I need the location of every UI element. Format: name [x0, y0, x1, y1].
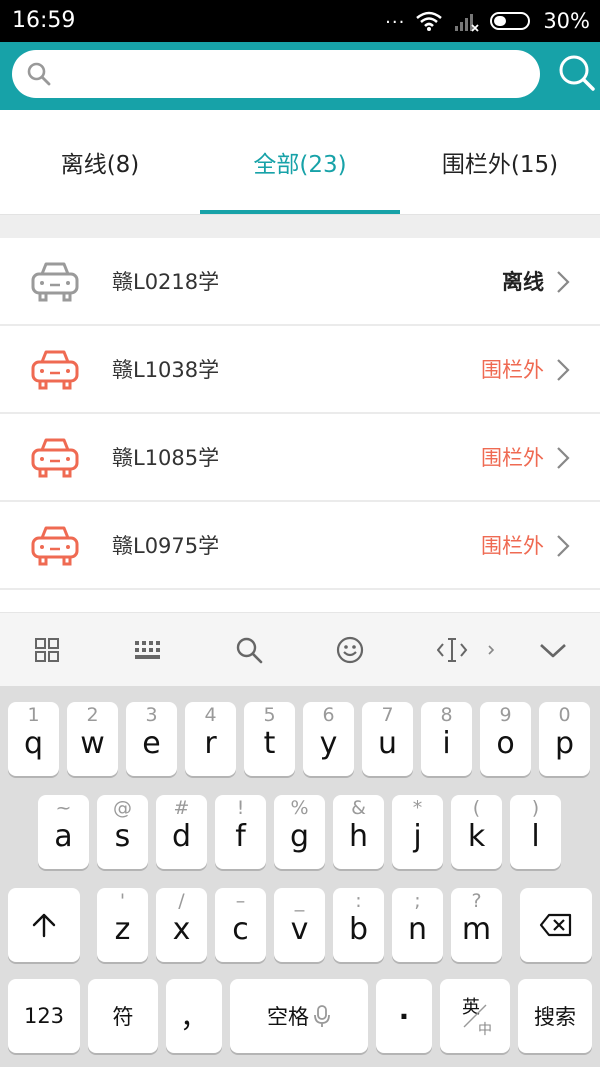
- apps-grid-icon[interactable]: [34, 635, 60, 665]
- backspace-icon: [539, 913, 572, 937]
- vehicle-status: 围栏外: [481, 534, 544, 558]
- chevron-right-icon: [557, 359, 570, 381]
- section-divider: [0, 214, 600, 238]
- emoji-icon[interactable]: [336, 635, 364, 665]
- notification-dots: ...: [385, 7, 406, 28]
- key-k[interactable]: (k: [451, 795, 502, 869]
- battery-icon: [490, 12, 531, 30]
- key-l[interactable]: ) l: [510, 795, 561, 869]
- tab-outside-fence[interactable]: 围栏外(15): [400, 110, 600, 214]
- keyboard-toolbar: [0, 612, 600, 686]
- list-item[interactable]: 赣L0975学 围栏外: [0, 502, 600, 590]
- key-g[interactable]: % g: [274, 795, 325, 869]
- key-d[interactable]: # d: [156, 795, 207, 869]
- signal-icon: [455, 14, 479, 32]
- comma-key[interactable]: ，: [166, 979, 222, 1053]
- key-p[interactable]: 0p: [539, 702, 590, 776]
- key-a[interactable]: ~ a: [38, 795, 89, 869]
- car-icon: [31, 438, 79, 478]
- key-e[interactable]: 3e: [126, 702, 177, 776]
- search-icon: [27, 62, 51, 86]
- key-w[interactable]: 2w: [67, 702, 118, 776]
- language-switch-key[interactable]: 英 中: [440, 979, 510, 1053]
- symbol-key[interactable]: 符: [88, 979, 158, 1053]
- chevron-right-icon: [557, 271, 570, 293]
- key-i[interactable]: 8i: [421, 702, 472, 776]
- list-item[interactable]: 赣L1085学 围栏外: [0, 414, 600, 502]
- key-y[interactable]: 6y: [303, 702, 354, 776]
- space-label: 空格: [267, 1005, 309, 1029]
- backspace-key[interactable]: [520, 888, 592, 962]
- search-input[interactable]: [62, 56, 522, 92]
- vehicle-plate: 赣L0975学: [112, 534, 220, 558]
- key-v[interactable]: _ v: [274, 888, 325, 962]
- keyboard-layout-icon[interactable]: [134, 635, 162, 665]
- status-time: 16:59: [12, 8, 76, 33]
- vehicle-status: 围栏外: [481, 358, 544, 382]
- soft-keyboard: 1q 2w 3e 4r 5t 6y 7u 8i 9o 0p ~ a @ s # d !…: [0, 686, 600, 1067]
- list-item[interactable]: 赣L1038学 围栏外: [0, 326, 600, 414]
- space-key[interactable]: 空格: [230, 979, 368, 1053]
- key-m[interactable]: ? m: [451, 888, 502, 962]
- key-x[interactable]: / x: [156, 888, 207, 962]
- tab-offline[interactable]: 离线(8): [0, 110, 200, 214]
- key-h[interactable]: & h: [333, 795, 384, 869]
- filter-tabs: 离线(8) 全部(23) 围栏外(15): [0, 110, 600, 214]
- shift-key[interactable]: [8, 888, 80, 962]
- key-o[interactable]: 9o: [480, 702, 531, 776]
- key-u[interactable]: 7u: [362, 702, 413, 776]
- lang-bottom: 中: [478, 1022, 492, 1038]
- chevron-right-icon: [557, 535, 570, 557]
- collapse-keyboard-icon[interactable]: [538, 635, 568, 665]
- cursor-move-icon[interactable]: [437, 635, 497, 665]
- vehicle-plate: 赣L1038学: [112, 358, 220, 382]
- vehicle-list: 赣L0218学 离线 赣L1038学 围栏外 赣L1085学 围栏外 赣L097…: [0, 238, 600, 590]
- search-icon[interactable]: [235, 635, 263, 665]
- search-header: [0, 42, 600, 110]
- period-key[interactable]: ·: [376, 979, 432, 1053]
- microphone-icon: [314, 1005, 330, 1027]
- car-icon: [31, 350, 79, 390]
- wifi-icon: [416, 11, 443, 31]
- key-b[interactable]: :b: [333, 888, 384, 962]
- shift-arrow-icon: [32, 913, 56, 938]
- car-icon: [31, 262, 79, 302]
- key-n[interactable]: ; n: [392, 888, 443, 962]
- search-box[interactable]: [12, 50, 540, 98]
- vehicle-plate: 赣L1085学: [112, 446, 220, 470]
- number-mode-key[interactable]: 123: [8, 979, 80, 1053]
- battery-percent: 30%: [543, 9, 590, 33]
- vehicle-plate: 赣L0218学: [112, 270, 220, 294]
- car-icon: [31, 526, 79, 566]
- key-j[interactable]: * j: [392, 795, 443, 869]
- status-bar: 16:59 ... 30%: [0, 0, 600, 42]
- vehicle-status: 围栏外: [481, 446, 544, 470]
- lang-divider: [463, 1004, 487, 1028]
- key-q[interactable]: 1q: [8, 702, 59, 776]
- key-t[interactable]: 5t: [244, 702, 295, 776]
- search-button-icon[interactable]: [556, 52, 596, 96]
- status-icons: ... 30%: [385, 6, 590, 36]
- chevron-right-icon: [557, 447, 570, 469]
- key-c[interactable]: – c: [215, 888, 266, 962]
- tab-all[interactable]: 全部(23): [200, 110, 400, 214]
- list-item[interactable]: 赣L0218学 离线: [0, 238, 600, 326]
- key-f[interactable]: ! f: [215, 795, 266, 869]
- key-s[interactable]: @ s: [97, 795, 148, 869]
- key-r[interactable]: 4r: [185, 702, 236, 776]
- vehicle-status: 离线: [502, 270, 544, 294]
- key-z[interactable]: ' z: [97, 888, 148, 962]
- search-key[interactable]: 搜索: [518, 979, 592, 1053]
